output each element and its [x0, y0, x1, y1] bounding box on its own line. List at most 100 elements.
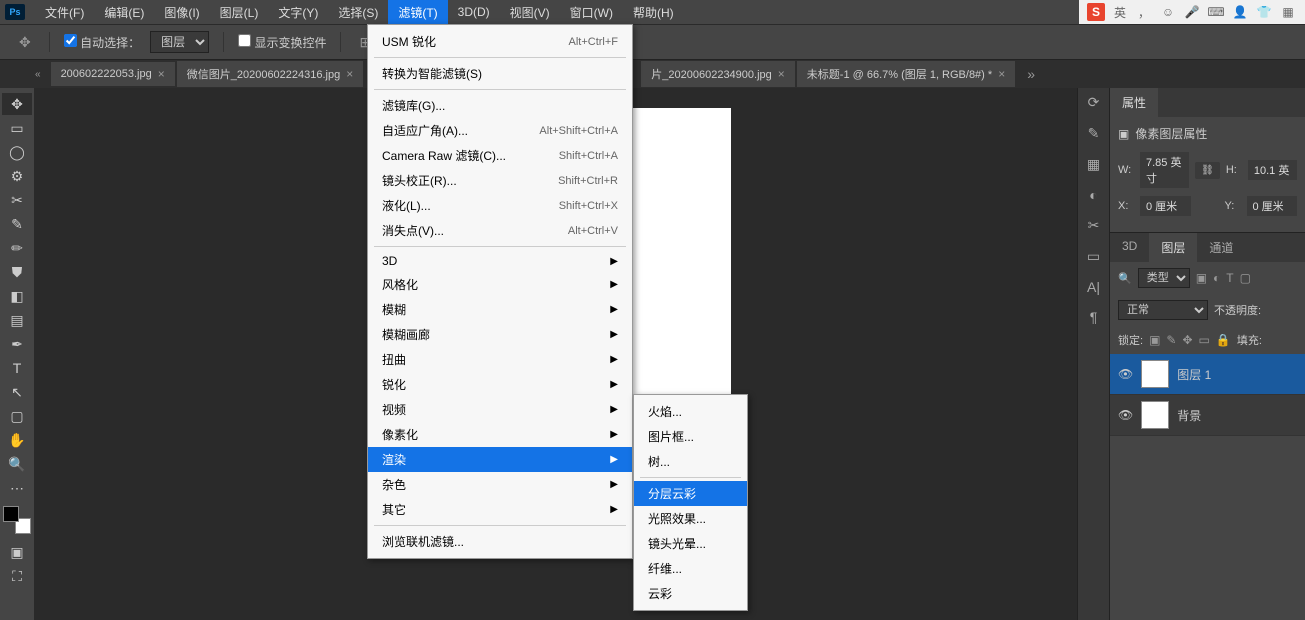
brush-panel-icon[interactable]: ✎	[1088, 125, 1100, 142]
filter-adjust-icon[interactable]: ◐	[1213, 271, 1220, 285]
menu-file[interactable]: 文件(F)	[35, 0, 94, 25]
filter-menu-item[interactable]: 3D▶	[368, 250, 632, 272]
ime-keyboard-icon[interactable]: ⌨	[1207, 3, 1225, 21]
menu-layer[interactable]: 图层(L)	[210, 0, 269, 25]
filter-menu-item[interactable]: 模糊▶	[368, 297, 632, 322]
hand-tool[interactable]: ✋	[2, 429, 32, 451]
lock-pixels-icon[interactable]: ▣	[1149, 333, 1160, 347]
filter-menu-item[interactable]: 转换为智能滤镜(S)	[368, 61, 632, 86]
menu-3d[interactable]: 3D(D)	[448, 1, 500, 23]
layers-tab[interactable]: 图层	[1149, 233, 1197, 262]
ime-user-icon[interactable]: 👤	[1231, 3, 1249, 21]
eyedropper-tool[interactable]: ✎	[2, 213, 32, 235]
show-transform-checkbox[interactable]: 显示变换控件	[238, 34, 326, 51]
filter-type-select[interactable]: 类型	[1138, 268, 1190, 288]
pen-tool[interactable]: ✒	[2, 333, 32, 355]
filter-menu-item[interactable]: 扭曲▶	[368, 347, 632, 372]
layer-name[interactable]: 背景	[1177, 407, 1201, 424]
filter-menu-item[interactable]: 风格化▶	[368, 272, 632, 297]
lock-all-icon[interactable]: 🔒	[1216, 333, 1231, 347]
filter-menu-item[interactable]: 液化(L)...Shift+Ctrl+X	[368, 193, 632, 218]
menu-image[interactable]: 图像(I)	[154, 0, 209, 25]
filter-menu-item[interactable]: Camera Raw 滤镜(C)...Shift+Ctrl+A	[368, 143, 632, 168]
render-submenu-item[interactable]: 分层云彩	[634, 481, 747, 506]
filter-menu-item[interactable]: 视频▶	[368, 397, 632, 422]
render-submenu-item[interactable]: 镜头光晕...	[634, 531, 747, 556]
close-icon[interactable]: ×	[346, 67, 353, 81]
tabs-chevron-left[interactable]: «	[35, 69, 41, 80]
layer-name[interactable]: 图层 1	[1177, 366, 1211, 383]
path-tool[interactable]: ↖	[2, 381, 32, 403]
filter-menu-item[interactable]: 滤镜库(G)...	[368, 93, 632, 118]
ime-tools-icon[interactable]: ▦	[1279, 3, 1297, 21]
filter-menu-item[interactable]: 自适应广角(A)...Alt+Shift+Ctrl+A	[368, 118, 632, 143]
menu-filter[interactable]: 滤镜(T)	[388, 0, 447, 25]
swatches-icon[interactable]: ▦	[1087, 156, 1100, 173]
ime-emoji-icon[interactable]: ☺	[1159, 3, 1177, 21]
layer-row[interactable]: 👁 背景	[1110, 395, 1305, 436]
layer-row[interactable]: 👁 图层 1	[1110, 354, 1305, 395]
doc-tab[interactable]: 微信图片_2020060222431​6.jpg×	[177, 61, 364, 87]
type-tool[interactable]: T	[2, 357, 32, 379]
screenmode-tool[interactable]: ⛶	[2, 565, 32, 587]
filter-menu-item[interactable]: 渲染▶	[368, 447, 632, 472]
lock-brush-icon[interactable]: ✎	[1166, 333, 1176, 347]
filter-shape-icon[interactable]: ▢	[1240, 271, 1251, 285]
auto-select-checkbox[interactable]: 自动选择：	[64, 34, 140, 51]
filter-icon[interactable]: 🔍	[1118, 272, 1132, 285]
ime-lang[interactable]: 英	[1111, 3, 1129, 21]
link-icon[interactable]: ⛓	[1195, 162, 1220, 179]
zoom-tool[interactable]: 🔍	[2, 453, 32, 475]
ime-mic-icon[interactable]: 🎤	[1183, 3, 1201, 21]
close-icon[interactable]: ×	[998, 67, 1005, 81]
filter-menu-item[interactable]: 锐化▶	[368, 372, 632, 397]
render-submenu-item[interactable]: 图片框...	[634, 424, 747, 449]
quickmask-tool[interactable]: ▣	[2, 541, 32, 563]
adjustments-icon[interactable]: ◐	[1089, 187, 1097, 203]
filter-menu-item[interactable]: 杂色▶	[368, 472, 632, 497]
para-icon[interactable]: ¶	[1090, 309, 1098, 325]
close-icon[interactable]: ×	[778, 67, 785, 81]
lock-artboard-icon[interactable]: ▭	[1199, 333, 1210, 347]
history-icon[interactable]: ⟳	[1088, 94, 1100, 111]
menu-window[interactable]: 窗口(W)	[560, 0, 623, 25]
filter-menu-item[interactable]: 其它▶	[368, 497, 632, 522]
filter-text-icon[interactable]: T	[1226, 271, 1233, 285]
filter-menu-item[interactable]: 模糊画廊▶	[368, 322, 632, 347]
lock-position-icon[interactable]: ✥	[1182, 333, 1192, 347]
filter-pixel-icon[interactable]: ▣	[1196, 271, 1207, 285]
doc-tab-active[interactable]: 未标题-1 @ 66.7% (图层 1, RGB/8#) *×	[797, 61, 1015, 87]
render-submenu-item[interactable]: 树...	[634, 449, 747, 474]
lasso-tool[interactable]: ◯	[2, 141, 32, 163]
visibility-icon[interactable]: 👁	[1118, 367, 1133, 381]
menu-text[interactable]: 文字(Y)	[268, 0, 328, 25]
menu-help[interactable]: 帮助(H)	[623, 0, 684, 25]
doc-tab[interactable]: 200602222053.jpg×	[51, 62, 175, 86]
auto-select-target[interactable]: 图层	[150, 31, 209, 53]
tools-icon[interactable]: ✂	[1088, 217, 1100, 234]
char-icon[interactable]: A|	[1087, 279, 1100, 295]
x-input[interactable]: 0 厘米	[1140, 196, 1191, 216]
menu-view[interactable]: 视图(V)	[500, 0, 560, 25]
marquee-tool[interactable]: ▭	[2, 117, 32, 139]
render-submenu-item[interactable]: 火焰...	[634, 399, 747, 424]
filter-menu-item[interactable]: 像素化▶	[368, 422, 632, 447]
render-submenu-item[interactable]: 云彩	[634, 581, 747, 606]
blend-mode-select[interactable]: 正常	[1118, 300, 1208, 320]
height-input[interactable]: 10.1 英	[1248, 160, 1297, 180]
gradient-tool[interactable]: ▤	[2, 309, 32, 331]
stamp-tool[interactable]: ⛊	[2, 261, 32, 283]
shape-tool[interactable]: ▢	[2, 405, 32, 427]
ime-skin-icon[interactable]: 👕	[1255, 3, 1273, 21]
layer-thumbnail[interactable]	[1141, 360, 1169, 388]
fg-bg-colors[interactable]	[3, 506, 31, 534]
render-submenu-item[interactable]: 光照效果...	[634, 506, 747, 531]
brush-tool[interactable]: ✏	[2, 237, 32, 259]
3d-tab[interactable]: 3D	[1110, 233, 1149, 262]
properties-tab[interactable]: 属性	[1110, 88, 1158, 117]
ime-punct-icon[interactable]: ，	[1135, 3, 1153, 21]
y-input[interactable]: 0 厘米	[1247, 196, 1298, 216]
eraser-tool[interactable]: ◧	[2, 285, 32, 307]
filter-menu-item[interactable]: 消失点(V)...Alt+Ctrl+V	[368, 218, 632, 243]
tabs-overflow[interactable]: »	[1027, 66, 1035, 82]
